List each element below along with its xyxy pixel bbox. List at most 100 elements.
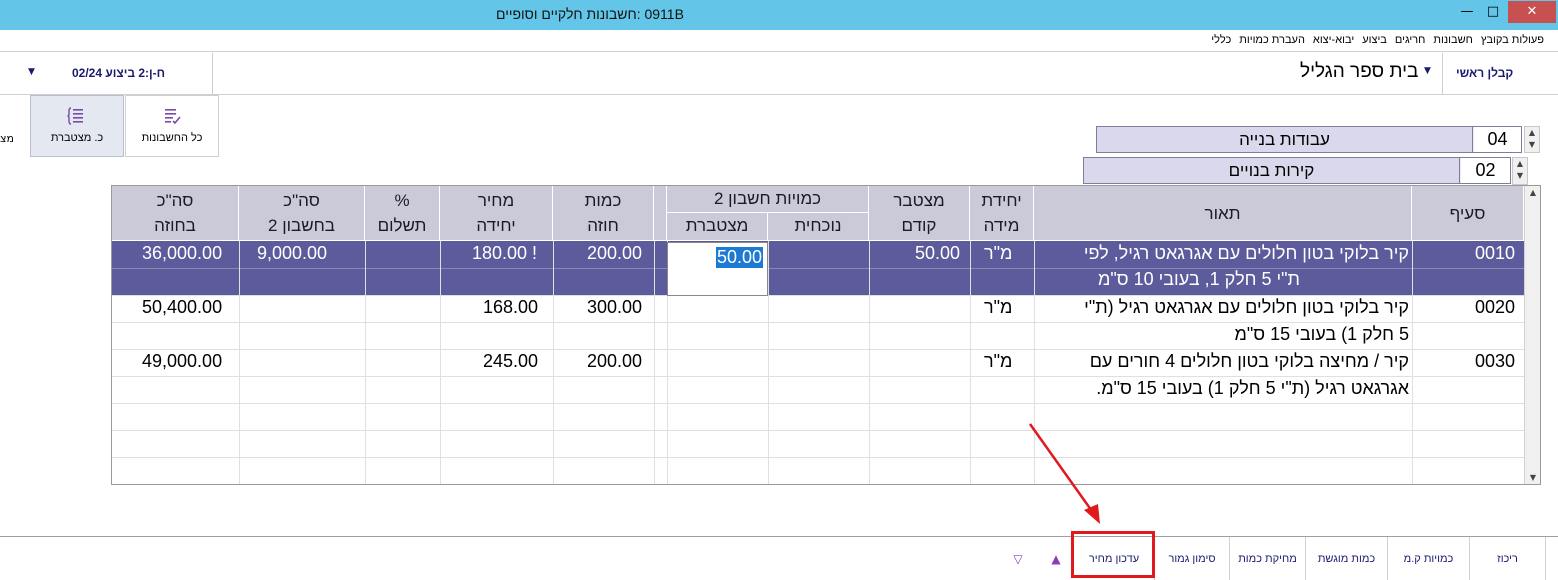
move-up-icon[interactable]: ▲ bbox=[1038, 537, 1074, 580]
mark-complete-button[interactable]: סימון גמור bbox=[1155, 537, 1230, 580]
window-title: 0911B :חשבונות חלקיים וסופיים bbox=[496, 6, 684, 22]
project-name[interactable]: בית ספר הגליל bbox=[1300, 61, 1418, 83]
header-spacer bbox=[654, 186, 667, 241]
menu-bar: פעולות בקובץ חשבונות חריגים ביצוע יבוא-י… bbox=[0, 30, 1558, 52]
menu-items: פעולות בקובץ חשבונות חריגים ביצוע יבוא-י… bbox=[1211, 34, 1544, 46]
cumulative-label: כ. מצטברת bbox=[50, 132, 104, 144]
delete-quantity-button[interactable]: מחיקת כמות bbox=[1230, 537, 1306, 580]
header-section: סעיף bbox=[1412, 186, 1524, 241]
summary-button[interactable]: ריכוז bbox=[1470, 537, 1546, 580]
header-cumulative: מצטברת bbox=[667, 213, 768, 241]
table-scrollbar[interactable]: ▲ ▼ bbox=[1524, 186, 1540, 484]
title-bar: 0911B :חשבונות חלקיים וסופיים — □ ✕ bbox=[0, 0, 1558, 30]
update-price-highlight bbox=[1071, 531, 1155, 578]
cumulative-edit-cell[interactable]: 50.00 bbox=[667, 242, 768, 296]
contractor-dropdown[interactable]: קבלן ראשי bbox=[1456, 66, 1513, 80]
project-dropdown-icon[interactable]: ▼ bbox=[1424, 66, 1431, 76]
row-divider bbox=[112, 457, 1524, 458]
menu-general[interactable]: כללי bbox=[1211, 34, 1231, 46]
bottom-toolbar: ריכוז כמויות ק.מ כמות מוגשת מחיקת כמות ס… bbox=[0, 536, 1558, 580]
pm-quantities-button[interactable]: כמויות ק.מ bbox=[1388, 537, 1470, 580]
row1-section[interactable]: 0010 bbox=[1475, 243, 1515, 264]
row3-total-contract[interactable]: 49,000.00 bbox=[142, 351, 222, 372]
row1-desc-line2[interactable]: ת"י 5 חלק 1, בעובי 10 ס"מ bbox=[1098, 269, 1300, 290]
row3-qty[interactable]: 200.00 bbox=[587, 351, 642, 372]
menu-import-export[interactable]: יבוא-יצוא bbox=[1313, 34, 1354, 46]
col-divider bbox=[365, 241, 366, 484]
row-divider bbox=[112, 376, 1524, 377]
all-accounts-label: כל החשבונות bbox=[141, 132, 203, 144]
row1-price[interactable]: 180.00 ! bbox=[472, 243, 537, 264]
col-divider bbox=[553, 241, 554, 484]
close-button[interactable]: ✕ bbox=[1508, 1, 1556, 23]
category-work-code: 04 bbox=[1474, 127, 1521, 152]
row2-section[interactable]: 0020 bbox=[1475, 297, 1515, 318]
menu-accounts[interactable]: חשבונות bbox=[1433, 34, 1472, 46]
header-divider bbox=[212, 53, 213, 95]
row3-unit[interactable]: מ"ר bbox=[984, 351, 1012, 372]
checklist-icon bbox=[165, 109, 181, 125]
row3-section[interactable]: 0030 bbox=[1475, 351, 1515, 372]
minimize-button[interactable]: — bbox=[1454, 1, 1480, 23]
header-unit: יחידת מידה bbox=[970, 186, 1034, 241]
row-divider bbox=[112, 295, 1524, 296]
category-walls-box[interactable]: קירות בנויים 02 bbox=[1083, 157, 1511, 184]
account-selector[interactable]: ח-ן:2 ביצוע 02/24 bbox=[72, 66, 165, 80]
category-work-scroll[interactable]: ▲ ▼ bbox=[1524, 126, 1540, 153]
header-total-account: סה"כ בחשבון 2 bbox=[239, 186, 365, 241]
scroll-down-icon[interactable]: ▼ bbox=[1529, 140, 1535, 149]
scroll-down-icon[interactable]: ▼ bbox=[1517, 171, 1523, 180]
menu-transfer-quantities[interactable]: העברת כמויות bbox=[1239, 34, 1305, 46]
maximize-button[interactable]: □ bbox=[1480, 1, 1506, 23]
scroll-up-icon[interactable]: ▲ bbox=[1525, 188, 1540, 197]
menu-execution[interactable]: ביצוע bbox=[1362, 34, 1387, 46]
col-divider bbox=[654, 241, 655, 484]
row1-total-contract[interactable]: 36,000.00 bbox=[142, 243, 222, 264]
row-divider bbox=[112, 403, 1524, 404]
cumulative-edit-value[interactable]: 50.00 bbox=[715, 247, 763, 268]
header-current: נוכחית bbox=[768, 213, 869, 241]
header-payment-percent: % תשלום bbox=[365, 186, 440, 241]
row-divider bbox=[112, 430, 1524, 431]
row1-qty[interactable]: 200.00 bbox=[587, 243, 642, 264]
items-table: סעיף תאור יחידת מידה מצטבר קודם כמויות חשב… bbox=[111, 185, 1541, 485]
ribbon-cut-label[interactable]: מצ bbox=[0, 132, 14, 145]
submitted-quantity-button[interactable]: כמות מוגשת bbox=[1306, 537, 1388, 580]
row1-desc-line1[interactable]: קיר בלוקי בטון חלולים עם אגרגאט רגיל, לפ… bbox=[1084, 243, 1409, 264]
row1-total-account[interactable]: 9,000.00 bbox=[257, 243, 327, 264]
category-work-box[interactable]: עבודות בנייה 04 bbox=[1096, 126, 1522, 153]
row2-desc-line1[interactable]: קיר בלוקי בטון חלולים עם אגרגאט רגיל (ת"… bbox=[1084, 297, 1409, 318]
col-divider bbox=[239, 241, 240, 484]
row1-prev[interactable]: 50.00 bbox=[915, 243, 960, 264]
col-divider bbox=[869, 241, 870, 484]
row2-total-contract[interactable]: 50,400.00 bbox=[142, 297, 222, 318]
scroll-down-icon[interactable]: ▼ bbox=[1525, 473, 1540, 482]
scroll-up-icon[interactable]: ▲ bbox=[1529, 128, 1535, 137]
category-walls-code: 02 bbox=[1461, 158, 1510, 183]
row3-price[interactable]: 245.00 bbox=[483, 351, 538, 372]
col-divider bbox=[440, 241, 441, 484]
menu-exceptions[interactable]: חריגים bbox=[1395, 34, 1426, 46]
menu-file-actions[interactable]: פעולות בקובץ bbox=[1481, 34, 1544, 46]
cumulative-button[interactable]: כ. מצטברת bbox=[30, 95, 124, 157]
row1-unit[interactable]: מ"ר bbox=[984, 243, 1012, 264]
row3-desc-line2[interactable]: אגרגאט רגיל (ת"י 5 חלק 1) בעובי 15 ס"מ. bbox=[1096, 378, 1409, 399]
all-accounts-button[interactable]: כל החשבונות bbox=[125, 95, 219, 157]
row2-unit[interactable]: מ"ר bbox=[984, 297, 1012, 318]
header-divider bbox=[1442, 53, 1443, 95]
row2-desc-line2[interactable]: 5 חלק 1) בעובי 15 ס"מ bbox=[1235, 324, 1409, 345]
row-divider bbox=[112, 322, 1524, 323]
list-brace-icon bbox=[67, 107, 83, 125]
header-unit-price: מחיר יחידה bbox=[440, 186, 553, 241]
move-down-icon[interactable]: ▽ bbox=[1000, 537, 1036, 580]
category-walls-scroll[interactable]: ▲ ▼ bbox=[1512, 157, 1528, 185]
row2-price[interactable]: 168.00 bbox=[483, 297, 538, 318]
header-row: קבלן ראשי ▼ בית ספר הגליל ח-ן:2 ביצוע 02… bbox=[0, 53, 1558, 95]
category-walls-name: קירות בנויים bbox=[1084, 158, 1460, 183]
row2-qty[interactable]: 300.00 bbox=[587, 297, 642, 318]
row3-desc-line1[interactable]: קיר / מחיצה בלוקי בטון חלולים 4 חורים עם bbox=[1090, 351, 1409, 372]
col-divider bbox=[970, 241, 971, 484]
scroll-up-icon[interactable]: ▲ bbox=[1517, 159, 1523, 168]
account-dropdown-icon[interactable]: ▼ bbox=[28, 67, 35, 77]
header-account-quantities: כמויות חשבון 2 bbox=[667, 186, 869, 213]
